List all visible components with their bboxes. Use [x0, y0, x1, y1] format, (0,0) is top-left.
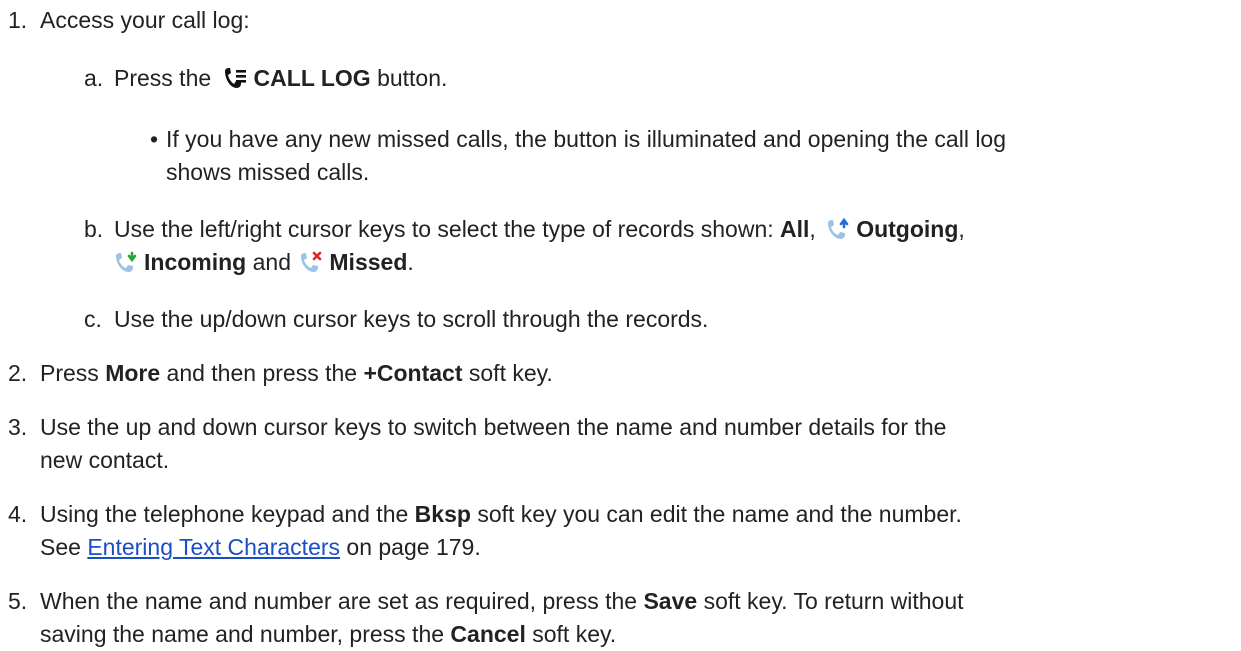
note-line-1: If you have any new missed calls, the bu… [166, 126, 1007, 152]
step-1c: c. Use the up/down cursor keys to scroll… [84, 303, 708, 336]
text-fragment: saving the name and number, press the [40, 621, 445, 647]
text-fragment: Use the left/right cursor keys to select… [114, 216, 774, 242]
step-number: 2. [8, 360, 28, 386]
step-5: 5. When the name and number are set as r… [8, 585, 964, 651]
save-key-name: Save [643, 588, 698, 614]
text-line-1: Use the up and down cursor keys to switc… [40, 414, 947, 440]
text-fragment: See [40, 534, 81, 560]
step-text: Press the CALL LOG button. [114, 62, 447, 98]
step-text: Incoming and Missed. [114, 246, 414, 282]
step-letter: a. [84, 65, 104, 91]
call-log-icon [222, 65, 248, 98]
text-fragment: Using the telephone keypad and the [40, 501, 409, 527]
record-type-all: All [780, 216, 810, 242]
step-3: 3. Use the up and down cursor keys to sw… [8, 411, 946, 477]
step-text: Use the up and down cursor keys to switc… [40, 411, 946, 477]
text-fragment: soft key. [468, 360, 553, 386]
text-fragment: soft key you can edit the name and the n… [477, 501, 962, 527]
text-fragment: soft key. [532, 621, 617, 647]
step-number: 3. [8, 414, 28, 440]
step-text: Use the up/down cursor keys to scroll th… [114, 306, 709, 332]
text-fragment: button. [377, 65, 448, 91]
outgoing-call-icon [826, 216, 850, 249]
step-1a: a. Press the CALL LOG button. [84, 62, 447, 98]
step-text: Press More and then press the +Contact s… [40, 357, 553, 390]
record-type-incoming: Incoming [144, 249, 247, 275]
note-text: If you have any new missed calls, the bu… [166, 123, 1006, 189]
bullet-mark: • [150, 126, 159, 152]
step-number: 5. [8, 588, 28, 614]
step-number: 1. [8, 7, 28, 33]
text-fragment: Press the [114, 65, 212, 91]
more-key-name: More [105, 360, 161, 386]
text-fragment: When the name and number are set as requ… [40, 588, 638, 614]
text-fragment: , [958, 216, 965, 242]
cancel-key-name: Cancel [450, 621, 526, 647]
incoming-call-icon [114, 249, 138, 282]
text-fragment: on page 179. [346, 534, 481, 560]
text-line-2: new contact. [40, 447, 170, 473]
text-fragment: . [407, 249, 414, 275]
note-line-2: shows missed calls. [166, 159, 370, 185]
entering-text-characters-link[interactable]: Entering Text Characters [87, 534, 340, 560]
step-1b-line2: Incoming and Missed. [114, 246, 414, 282]
step-4: 4. Using the telephone keypad and the Bk… [8, 498, 962, 564]
text-fragment: Press [40, 360, 99, 386]
step-1a-note: • If you have any new missed calls, the … [150, 123, 1006, 189]
text-fragment: soft key. To return without [703, 588, 964, 614]
step-letter: c. [84, 306, 102, 332]
call-log-button-name: CALL LOG [253, 65, 371, 91]
step-letter: b. [84, 216, 104, 242]
step-text: Use the left/right cursor keys to select… [114, 213, 965, 249]
step-1: 1. Access your call log: [8, 4, 250, 37]
step-text: Access your call log: [40, 7, 250, 33]
record-type-outgoing: Outgoing [856, 216, 959, 242]
step-text: Using the telephone keypad and the Bksp … [40, 498, 962, 564]
contact-key-name: +Contact [363, 360, 463, 386]
text-fragment: and then press the [166, 360, 358, 386]
bksp-key-name: Bksp [414, 501, 471, 527]
text-fragment: , [809, 216, 816, 242]
step-text: When the name and number are set as requ… [40, 585, 964, 651]
step-2: 2. Press More and then press the +Contac… [8, 357, 553, 390]
step-1b: b. Use the left/right cursor keys to sel… [84, 213, 965, 249]
text-fragment: and [252, 249, 291, 275]
missed-call-icon [299, 249, 323, 282]
step-number: 4. [8, 501, 28, 527]
record-type-missed: Missed [329, 249, 408, 275]
